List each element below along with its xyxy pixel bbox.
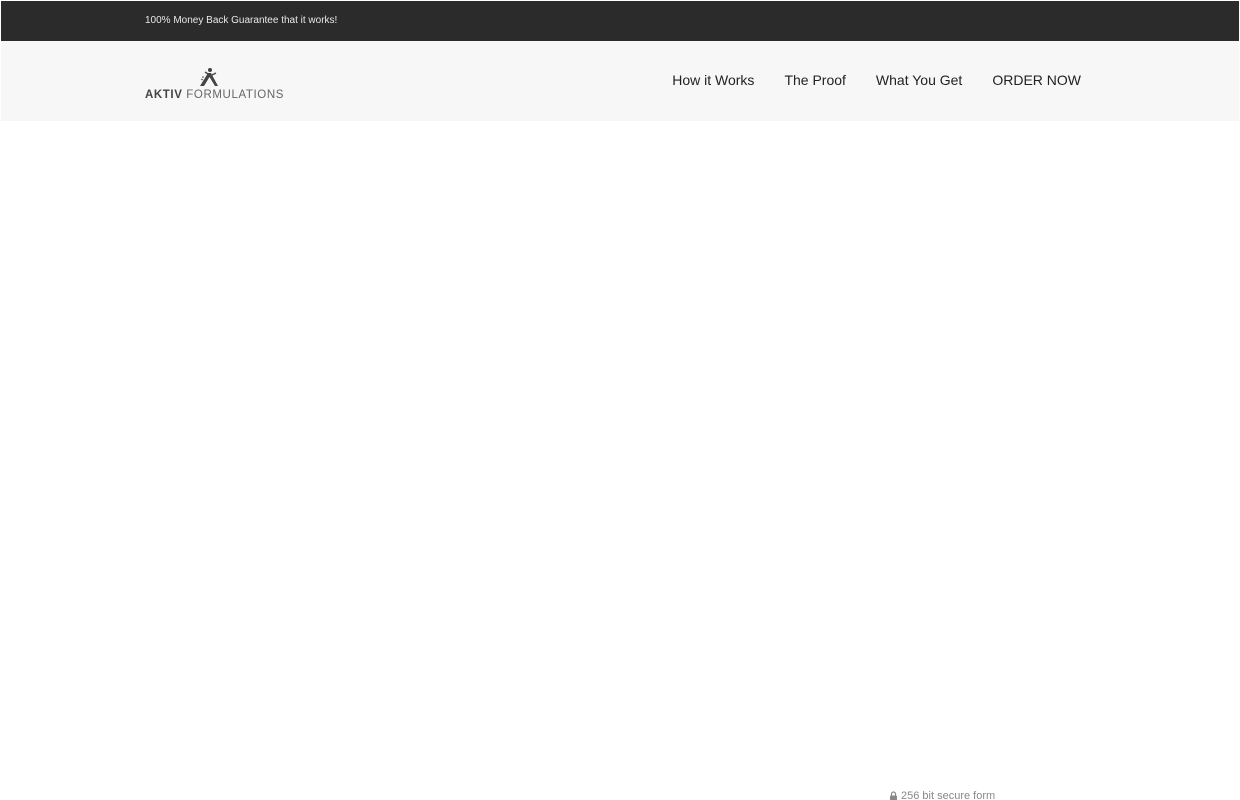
brand-word-aktiv: AKTIV xyxy=(145,89,183,101)
leaping-figure-logo-icon xyxy=(200,68,218,86)
lock-icon xyxy=(890,791,897,800)
secure-form-text: 256 bit secure form xyxy=(901,790,996,800)
brand-logo-text: AKTIV FORMULATIONS xyxy=(145,88,284,102)
nav-order-now[interactable]: ORDER NOW xyxy=(992,72,1081,89)
site-header: AKTIV FORMULATIONS How it Works The Proo… xyxy=(1,41,1239,121)
page: 100% Money Back Guarantee that it works!… xyxy=(0,0,1240,800)
brand-word-formulations: FORMULATIONS xyxy=(186,89,285,101)
main-nav: How it Works The Proof What You Get ORDE… xyxy=(672,72,1081,89)
secure-form-note: 256 bit secure form xyxy=(889,789,995,800)
nav-how-it-works[interactable]: How it Works xyxy=(672,72,754,89)
nav-what-you-get[interactable]: What You Get xyxy=(876,72,962,89)
top-announcement-bar: 100% Money Back Guarantee that it works! xyxy=(1,1,1239,41)
brand-logo[interactable]: AKTIV FORMULATIONS xyxy=(145,67,283,103)
guarantee-text: 100% Money Back Guarantee that it works! xyxy=(145,15,338,26)
nav-the-proof[interactable]: The Proof xyxy=(784,72,845,89)
